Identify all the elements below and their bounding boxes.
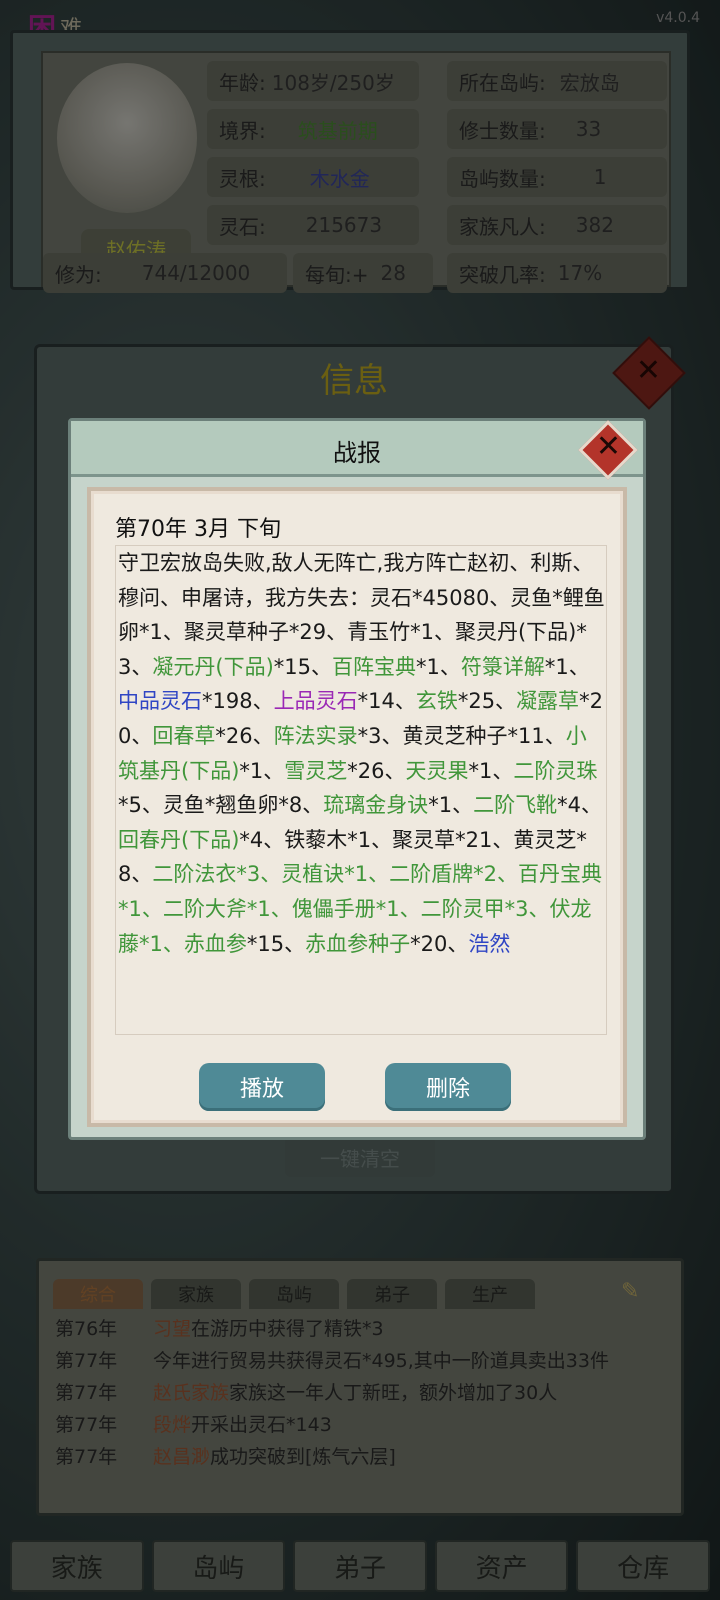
report-message[interactable]: 守卫宏放岛失败,敌人无阵亡,我方阵亡赵初、利斯、穆问、申屠诗，我方失去：灵石*4…: [115, 545, 607, 1035]
battle-report-header: 战报: [71, 421, 643, 477]
report-segment: *198、: [202, 689, 274, 714]
report-segment: 凝元丹(下品): [152, 654, 274, 679]
delete-button[interactable]: 删除: [385, 1063, 511, 1111]
report-segment: 赤血参种子: [305, 931, 411, 956]
report-segment: 雪灵芝: [284, 758, 348, 783]
report-segment: *1、: [544, 654, 590, 679]
report-segment: 赤血参: [183, 931, 247, 956]
report-paper: 第70年 3月 下旬 守卫宏放岛失败,敌人无阵亡,我方阵亡赵初、利斯、穆问、申屠…: [87, 487, 627, 1127]
report-segment: *26、: [215, 723, 274, 748]
report-segment: 百阵宝典: [332, 654, 416, 679]
report-segment: 凝露草: [516, 689, 580, 714]
report-segment: *15、: [273, 654, 332, 679]
report-segment: *1、: [416, 654, 461, 679]
report-segment: *25、: [457, 689, 517, 714]
report-segment: 阵法实录: [273, 723, 358, 748]
report-segment: *3、黄灵芝种子*11、: [357, 723, 566, 748]
report-segment: 天灵果: [405, 758, 469, 783]
report-segment: *4、: [557, 793, 602, 818]
report-date: 第70年 3月 下旬: [115, 517, 281, 542]
report-segment: *15、: [246, 931, 306, 956]
report-segment: 二阶灵珠: [513, 758, 598, 783]
report-segment: 二阶飞靴: [473, 793, 558, 818]
close-icon: ✕: [595, 429, 621, 464]
report-segment: 中品灵石: [118, 689, 202, 714]
report-segment: 回春草: [152, 723, 216, 748]
report-segment: *5、灵鱼*翘鱼卵*8、: [118, 793, 324, 818]
report-segment: *26、: [347, 758, 406, 783]
report-segment: 玄铁: [415, 689, 458, 714]
report-segment: 浩然: [468, 931, 511, 956]
report-segment: *1、: [428, 793, 474, 818]
report-segment: *20、: [410, 931, 469, 956]
report-segment: *1、: [239, 758, 285, 783]
play-button[interactable]: 播放: [199, 1063, 325, 1111]
battle-report-title: 战报: [333, 439, 381, 467]
report-segment: 琉璃金身诀: [323, 793, 429, 818]
report-segment: 上品灵石: [273, 689, 358, 714]
report-segment: 回春丹(下品): [118, 827, 240, 852]
battle-report-dialog: 战报 ✕ 第70年 3月 下旬 守卫宏放岛失败,敌人无阵亡,我方阵亡赵初、利斯、…: [68, 418, 646, 1140]
report-segment: 符箓详解: [460, 654, 545, 679]
report-segment: *14、: [357, 689, 416, 714]
report-segment: *1、: [468, 758, 514, 783]
